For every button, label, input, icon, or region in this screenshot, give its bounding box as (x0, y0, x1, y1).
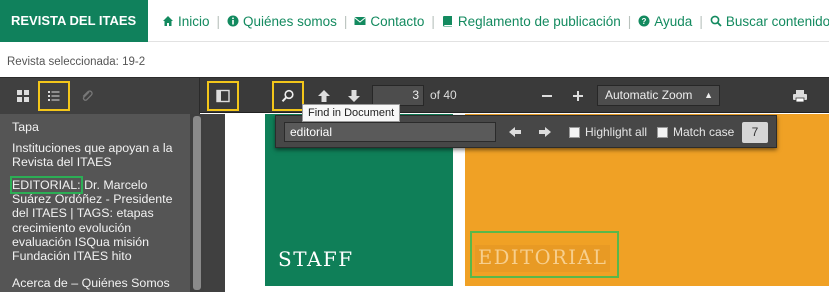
search-icon (710, 15, 722, 27)
outline-list: Tapa Instituciones que apoyan a la Revis… (0, 114, 190, 292)
top-navigation: REVISTA DEL ITAES Inicio | Quiénes somos… (0, 0, 829, 42)
svg-text:?: ? (642, 17, 647, 26)
selected-magazine: Revista seleccionada: 19-2 (7, 56, 145, 68)
outline-item-editorial[interactable]: EDITORIAL: Dr. Marcelo Suárez Ordóñez - … (10, 176, 188, 263)
minus-icon (542, 95, 552, 97)
viewer-toolbar: 3 of 40 Automatic Zoom ▲ (0, 77, 829, 114)
grid-icon (17, 90, 29, 102)
nav-link-buscar[interactable]: Buscar contenido (710, 14, 829, 29)
nav-link-label: Quiénes somos (243, 13, 337, 29)
selected-magazine-value: 19-2 (122, 56, 146, 68)
nav-link-contacto[interactable]: Contacto (354, 14, 424, 29)
site-brand[interactable]: REVISTA DEL ITAES (0, 0, 148, 42)
staff-title: STAFF (278, 247, 354, 271)
nav-link-label: Buscar contenido (725, 13, 829, 29)
question-circle-icon: ? (638, 15, 650, 27)
nav-separator: | (216, 13, 221, 29)
thumbnails-button[interactable] (9, 83, 37, 109)
plus-icon (573, 91, 583, 101)
find-results-count: 7 (742, 122, 768, 143)
info-circle-icon (227, 15, 239, 27)
find-next-button[interactable] (534, 123, 556, 141)
outline-scrollbar[interactable] (190, 114, 204, 292)
nav-link-reglamento[interactable]: Reglamento de publicación (442, 14, 621, 29)
match-case-label: Match case (673, 125, 735, 139)
nav-links: Inicio | Quiénes somos | Contacto | Regl… (162, 0, 829, 42)
paperclip-icon (82, 90, 93, 101)
nav-link-ayuda[interactable]: ? Ayuda (638, 14, 692, 29)
nav-separator: | (343, 13, 348, 29)
outline-item-editorial-prefix: EDITORIAL: (10, 176, 83, 194)
nav-link-inicio[interactable]: Inicio (162, 14, 210, 29)
sidebar-toolbar (0, 78, 200, 114)
zoom-in-button[interactable] (564, 83, 592, 109)
outline-item-acerca[interactable]: Acerca de – Quiénes Somos (12, 276, 188, 290)
nav-separator: | (627, 13, 632, 29)
attachments-button[interactable] (73, 83, 101, 109)
sidebar-toggle-icon (216, 89, 230, 103)
book-icon (442, 16, 452, 27)
outline-scrollbar-thumb[interactable] (193, 116, 201, 290)
arrow-up-icon (318, 90, 330, 102)
zoom-select[interactable]: Automatic Zoom ▲ (597, 85, 720, 106)
outline-item-instituciones[interactable]: Instituciones que apoyan a la Revista de… (12, 141, 188, 169)
editorial-title: EDITORIAL (475, 245, 611, 272)
nav-link-label: Reglamento de publicación (457, 13, 621, 29)
nav-link-label: Inicio (178, 13, 210, 29)
zoom-select-value: Automatic Zoom (605, 88, 693, 102)
nav-link-label: Ayuda (654, 13, 693, 29)
find-tooltip: Find in Document (302, 104, 401, 122)
find-input[interactable]: editorial (284, 122, 496, 142)
nav-link-label: Contacto (370, 13, 425, 29)
updown-arrow-icon: ▲ (704, 90, 713, 100)
page-count: of 40 (430, 88, 457, 102)
home-icon (163, 16, 173, 26)
printer-icon (793, 90, 807, 103)
highlight-all-checkbox[interactable]: Highlight all (569, 125, 647, 139)
envelope-icon (354, 17, 367, 25)
print-button[interactable] (786, 83, 814, 109)
find-previous-button[interactable] (504, 123, 526, 141)
selected-magazine-label: Revista seleccionada: (7, 56, 119, 68)
find-button[interactable] (272, 81, 304, 111)
checkbox-box[interactable] (657, 126, 668, 138)
nav-separator: | (699, 13, 703, 29)
outline-item-tapa[interactable]: Tapa (12, 120, 188, 134)
toggle-sidebar-button[interactable] (207, 81, 239, 111)
nav-link-quienes-somos[interactable]: Quiénes somos (227, 14, 337, 29)
list-icon (48, 91, 60, 101)
arrow-left-icon (509, 127, 521, 137)
arrow-down-icon (348, 90, 360, 102)
nav-separator: | (431, 13, 435, 29)
zoom-out-button[interactable] (533, 83, 561, 109)
outline-sidebar: Tapa Instituciones que apoyan a la Revis… (0, 114, 204, 292)
search-icon (281, 89, 294, 102)
checkbox-box[interactable] (569, 126, 580, 138)
page-number-input[interactable]: 3 (372, 85, 424, 106)
arrow-right-icon (539, 127, 551, 137)
highlight-all-label: Highlight all (585, 125, 648, 139)
match-case-checkbox[interactable]: Match case (657, 125, 734, 139)
outline-button[interactable] (38, 81, 70, 111)
